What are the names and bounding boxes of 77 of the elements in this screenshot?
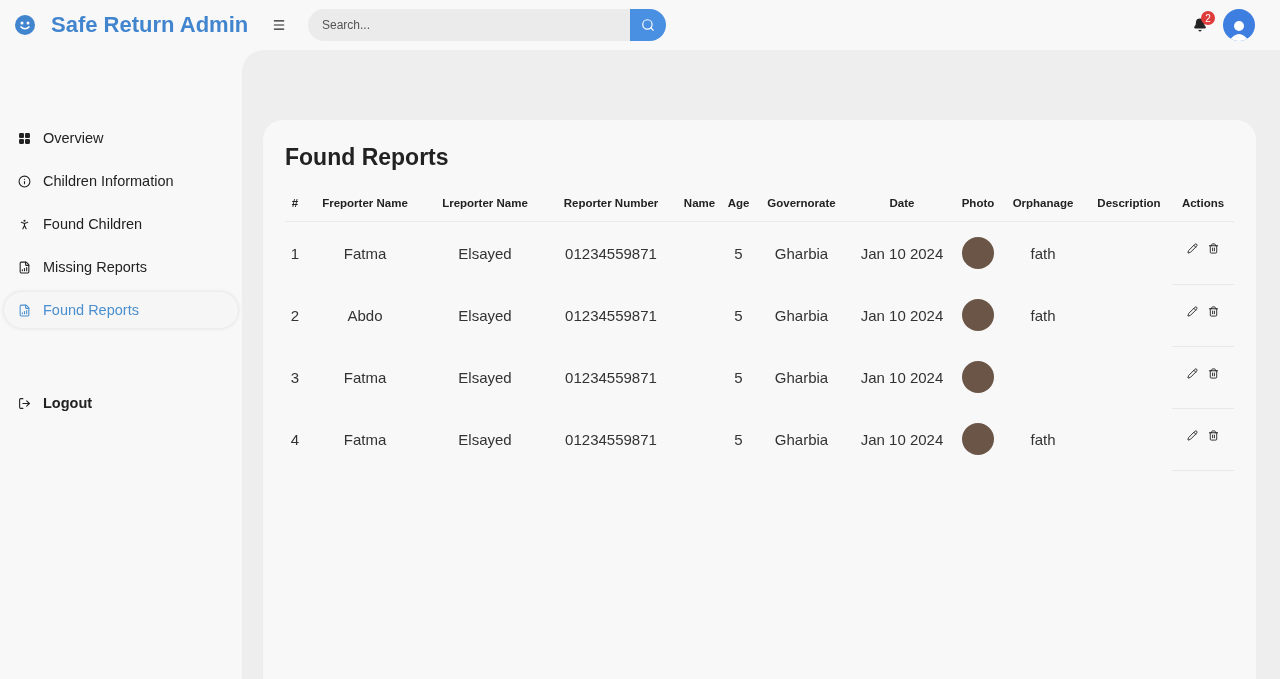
table-cell-text: 3: [289, 367, 301, 388]
notification-badge: 2: [1201, 11, 1215, 25]
photo-placeholder: [962, 423, 994, 455]
table-cell-text: 01234559871: [564, 367, 658, 388]
table-cell-text: 5: [733, 429, 744, 450]
table-cell-text: Gharbia: [773, 305, 830, 326]
app-title: Safe Return Admin: [51, 12, 249, 38]
pencil-icon: [1187, 305, 1198, 317]
search-icon: [641, 18, 655, 32]
table-cell: Gharbia: [755, 221, 848, 284]
table-cell-text: Elsayed: [457, 429, 513, 450]
column-header: Orphanage: [1000, 189, 1086, 222]
table-cell-text: 5: [733, 305, 744, 326]
page-title: Found Reports: [285, 144, 450, 171]
table-cell-text: 2: [289, 305, 301, 326]
column-header: Lreporter Name: [425, 189, 545, 222]
search-field[interactable]: Search...: [308, 9, 630, 41]
column-header: Name: [677, 189, 722, 222]
sidebar-item[interactable]: Missing Reports: [4, 249, 238, 285]
grid-icon: [18, 131, 31, 145]
table-cell-text: Elsayed: [457, 367, 513, 388]
info-icon: [18, 174, 31, 188]
table-cell: Elsayed: [425, 221, 545, 284]
table-cell-text: Elsayed: [457, 305, 513, 326]
sidebar-item[interactable]: Overview: [4, 120, 238, 156]
pencil-icon: [1187, 243, 1198, 254]
trash-icon: [1208, 305, 1219, 317]
logout-link[interactable]: Logout: [4, 385, 238, 421]
table-cell-text: Gharbia: [773, 429, 830, 450]
table-cell: fath: [1000, 221, 1086, 284]
bell-icon: [1193, 18, 1207, 32]
column-header: Governorate: [755, 189, 848, 222]
table-cell: 5: [722, 221, 755, 284]
column-header: Age: [722, 189, 755, 222]
table-cell-text: Fatma: [342, 367, 388, 388]
notification-button[interactable]: [1193, 18, 1207, 32]
table-cell-text: 4: [289, 429, 301, 450]
table-cell-text: fath: [1029, 429, 1057, 450]
table-cell: Fatma: [305, 221, 425, 284]
trash-icon: [1208, 429, 1219, 441]
trash-icon: [1208, 367, 1219, 379]
document-chart-icon: [18, 260, 31, 274]
table-cell-text: 01234559871: [564, 429, 658, 450]
column-header: Reporter Number: [545, 189, 677, 222]
table-cell-text: Abdo: [346, 305, 384, 326]
search-button[interactable]: [630, 9, 666, 41]
pencil-icon: [1187, 429, 1198, 441]
menu-icon[interactable]: [272, 18, 286, 32]
column-header: #: [285, 189, 305, 222]
table-cell-text: Gharbia: [773, 367, 830, 388]
table-cell: 1: [285, 221, 305, 284]
table-cell-text: fath: [1029, 305, 1057, 326]
column-header: Actions: [1172, 189, 1234, 222]
table-cell-text: 01234559871: [564, 305, 658, 326]
logout-icon: [18, 396, 31, 410]
photo-placeholder: [962, 361, 994, 393]
trash-icon: [1208, 243, 1219, 254]
person-icon: [18, 217, 31, 231]
sidebar-item[interactable]: Found Children: [4, 206, 238, 242]
table-cell-text: Jan 10 2024: [859, 367, 945, 388]
document-chart-icon: [18, 303, 31, 317]
column-header: Freporter Name: [305, 189, 425, 222]
column-header: Date: [848, 189, 956, 222]
pencil-icon: [1187, 367, 1198, 379]
table-cell-text: Jan 10 2024: [859, 429, 945, 450]
table-cell-text: Jan 10 2024: [859, 305, 945, 326]
table-cell-text: Fatma: [342, 429, 388, 450]
table-cell: Jan 10 2024: [848, 221, 956, 284]
sidebar-item[interactable]: Children Information: [4, 163, 238, 199]
photo-placeholder: [962, 237, 994, 269]
column-header: Photo: [956, 189, 1000, 222]
photo-placeholder: [962, 299, 994, 331]
column-header: Description: [1086, 189, 1172, 222]
table-cell: 01234559871: [545, 221, 677, 284]
user-avatar[interactable]: [1223, 9, 1255, 41]
table-cell-text: 5: [733, 367, 744, 388]
smiley-icon: [15, 15, 35, 35]
